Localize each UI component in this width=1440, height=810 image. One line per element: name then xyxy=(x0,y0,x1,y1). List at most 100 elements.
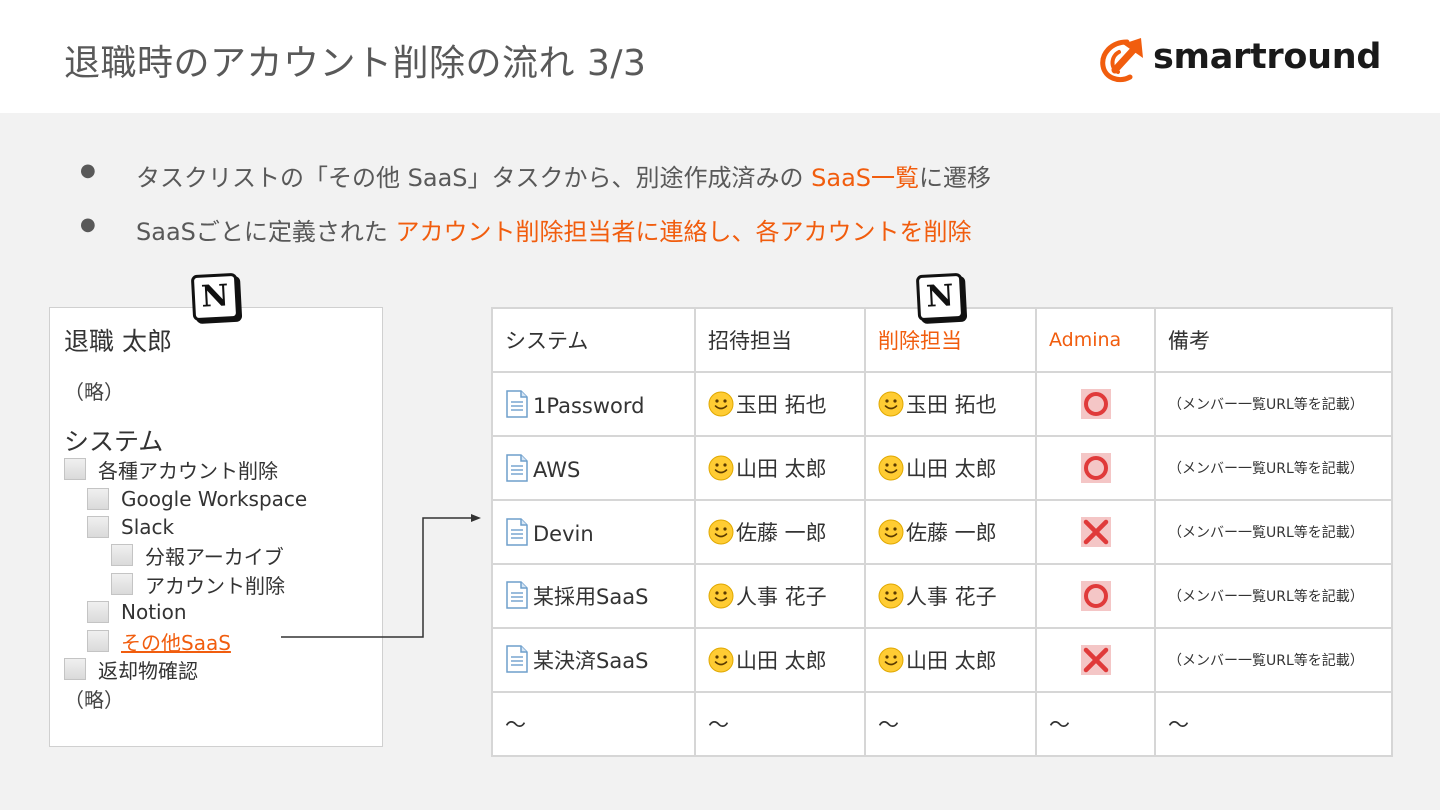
bullet-highlight: SaaS一覧 xyxy=(811,164,920,192)
omitted-note: （略） xyxy=(64,688,124,712)
checklist-label: Notion xyxy=(121,600,187,624)
person-name: 人事 花子 xyxy=(906,585,997,609)
smiley-icon xyxy=(878,519,904,545)
column-header: Admina xyxy=(1035,307,1156,373)
table-row: 1Password 玉田 拓也 玉田 拓也 （メンバー一覧URL等を記載） xyxy=(491,371,1393,437)
note-cell: （メンバー一覧URL等を記載） xyxy=(1154,435,1393,501)
cross-mark-icon xyxy=(1080,517,1111,547)
person-name: 山田 太郎 xyxy=(906,457,997,481)
column-header: 招待担当 xyxy=(694,307,866,373)
note-cell: （メンバー一覧URL等を記載） xyxy=(1154,563,1393,629)
circle-mark-icon xyxy=(1080,453,1111,483)
table-row: 某採用SaaS 人事 花子 人事 花子 （メンバー一覧URL等を記載） xyxy=(491,563,1393,629)
bullet-text-part: タスクリストの「その他 SaaS」タスクから、別途作成済みの xyxy=(136,164,812,192)
system-name: 1Password xyxy=(533,394,645,418)
checklist-label: Google Workspace xyxy=(121,487,308,511)
system-name: Devin xyxy=(533,522,594,546)
person-name: 佐藤 一郎 xyxy=(736,521,827,545)
inviter-cell: 佐藤 一郎 xyxy=(694,499,866,565)
bullet-text: タスクリストの「その他 SaaS」タスクから、別途作成済みの SaaS一覧に遷移 xyxy=(136,158,991,193)
checklist-item[interactable]: 分報アーカイブ xyxy=(111,541,284,569)
slide-header: 退職時のアカウント削除の流れ 3/3 smartround xyxy=(0,0,1440,113)
person-name: 山田 太郎 xyxy=(736,457,827,481)
page-icon xyxy=(506,645,528,673)
system-cell[interactable]: 某決済SaaS xyxy=(491,627,696,693)
deleter-cell: 人事 花子 xyxy=(864,563,1037,629)
smiley-icon xyxy=(708,647,734,673)
checkbox-icon[interactable] xyxy=(64,458,86,480)
table-row: 某決済SaaS 山田 太郎 山田 太郎 （メンバー一覧URL等を記載） xyxy=(491,627,1393,693)
inviter-cell: 玉田 拓也 xyxy=(694,371,866,437)
checkbox-icon[interactable] xyxy=(111,573,133,595)
admina-cell xyxy=(1035,499,1156,565)
bullet-dot-icon: ● xyxy=(80,160,96,181)
checklist-item[interactable]: 各種アカウント削除 xyxy=(64,455,278,483)
logo-text: smartround xyxy=(1153,37,1382,77)
checkbox-icon[interactable] xyxy=(87,630,109,652)
inviter-cell: 人事 花子 xyxy=(694,563,866,629)
page-icon xyxy=(506,581,528,609)
checklist-item[interactable]: Google Workspace xyxy=(87,485,307,513)
smartround-logo: smartround xyxy=(1097,36,1397,86)
table-row: 〜 〜 〜 〜 〜 xyxy=(491,691,1393,757)
notion-icon: N xyxy=(915,272,965,322)
table-row: Devin 佐藤 一郎 佐藤 一郎 （メンバー一覧URL等を記載） xyxy=(491,499,1393,565)
continuation-cell: 〜 xyxy=(694,691,866,757)
deleter-cell: 山田 太郎 xyxy=(864,435,1037,501)
continuation-cell: 〜 xyxy=(1035,691,1156,757)
smiley-icon xyxy=(708,391,734,417)
column-header: システム xyxy=(491,307,696,373)
smiley-icon xyxy=(708,455,734,481)
checklist-item[interactable]: その他SaaS xyxy=(87,627,231,655)
omitted-note: （略） xyxy=(64,380,124,404)
admina-cell xyxy=(1035,563,1156,629)
notion-glyph: N xyxy=(200,278,230,315)
checkbox-icon[interactable] xyxy=(87,516,109,538)
bullet-dot-icon: ● xyxy=(80,214,96,235)
admina-cell xyxy=(1035,435,1156,501)
page-icon xyxy=(506,390,528,418)
smiley-icon xyxy=(708,519,734,545)
arrowhead-icon xyxy=(471,514,481,522)
continuation-cell: 〜 xyxy=(864,691,1037,757)
section-title: システム xyxy=(64,427,164,456)
deleter-cell: 山田 太郎 xyxy=(864,627,1037,693)
system-cell[interactable]: Devin xyxy=(491,499,696,565)
person-name: 玉田 拓也 xyxy=(906,393,997,417)
system-cell[interactable]: AWS xyxy=(491,435,696,501)
checklist-label: Slack xyxy=(121,515,175,539)
inviter-cell: 山田 太郎 xyxy=(694,435,866,501)
checklist-item[interactable]: Notion xyxy=(87,598,187,626)
checklist-item[interactable]: 返却物確認 xyxy=(64,655,198,683)
page-icon xyxy=(506,454,528,482)
person-name: 人事 花子 xyxy=(736,585,827,609)
continuation-cell: 〜 xyxy=(1154,691,1393,757)
checklist-label: アカウント削除 xyxy=(145,573,285,598)
system-cell[interactable]: 1Password xyxy=(491,371,696,437)
circle-mark-icon xyxy=(1080,581,1111,611)
notion-glyph: N xyxy=(925,278,955,315)
system-cell[interactable]: 某採用SaaS xyxy=(491,563,696,629)
bullet-highlight: アカウント削除担当者に連絡し、各アカウントを削除 xyxy=(395,218,972,246)
other-saas-link[interactable]: その他SaaS xyxy=(121,627,231,656)
person-name: 山田 太郎 xyxy=(906,649,997,673)
admina-cell xyxy=(1035,371,1156,437)
bullet-text: SaaSごとに定義された アカウント削除担当者に連絡し、各アカウントを削除 xyxy=(136,212,972,247)
page-title: 退職 太郎 xyxy=(64,327,172,356)
checklist-item[interactable]: アカウント削除 xyxy=(111,570,285,598)
checkbox-icon[interactable] xyxy=(87,488,109,510)
cross-mark-icon xyxy=(1080,645,1111,675)
checklist-item[interactable]: Slack xyxy=(87,513,174,541)
checklist-label: 分報アーカイブ xyxy=(145,544,284,569)
page-icon xyxy=(506,518,528,546)
checkbox-icon[interactable] xyxy=(111,544,133,566)
saas-table: システム 招待担当 削除担当 Admina 備考 1Password 玉田 拓也… xyxy=(491,307,1393,757)
system-name: 某採用SaaS xyxy=(533,585,649,609)
notion-icon: N xyxy=(190,272,240,322)
smiley-icon xyxy=(878,455,904,481)
smiley-icon xyxy=(878,391,904,417)
note-cell: （メンバー一覧URL等を記載） xyxy=(1154,371,1393,437)
checklist-label: 返却物確認 xyxy=(98,658,198,683)
checkbox-icon[interactable] xyxy=(64,658,86,680)
checkbox-icon[interactable] xyxy=(87,601,109,623)
